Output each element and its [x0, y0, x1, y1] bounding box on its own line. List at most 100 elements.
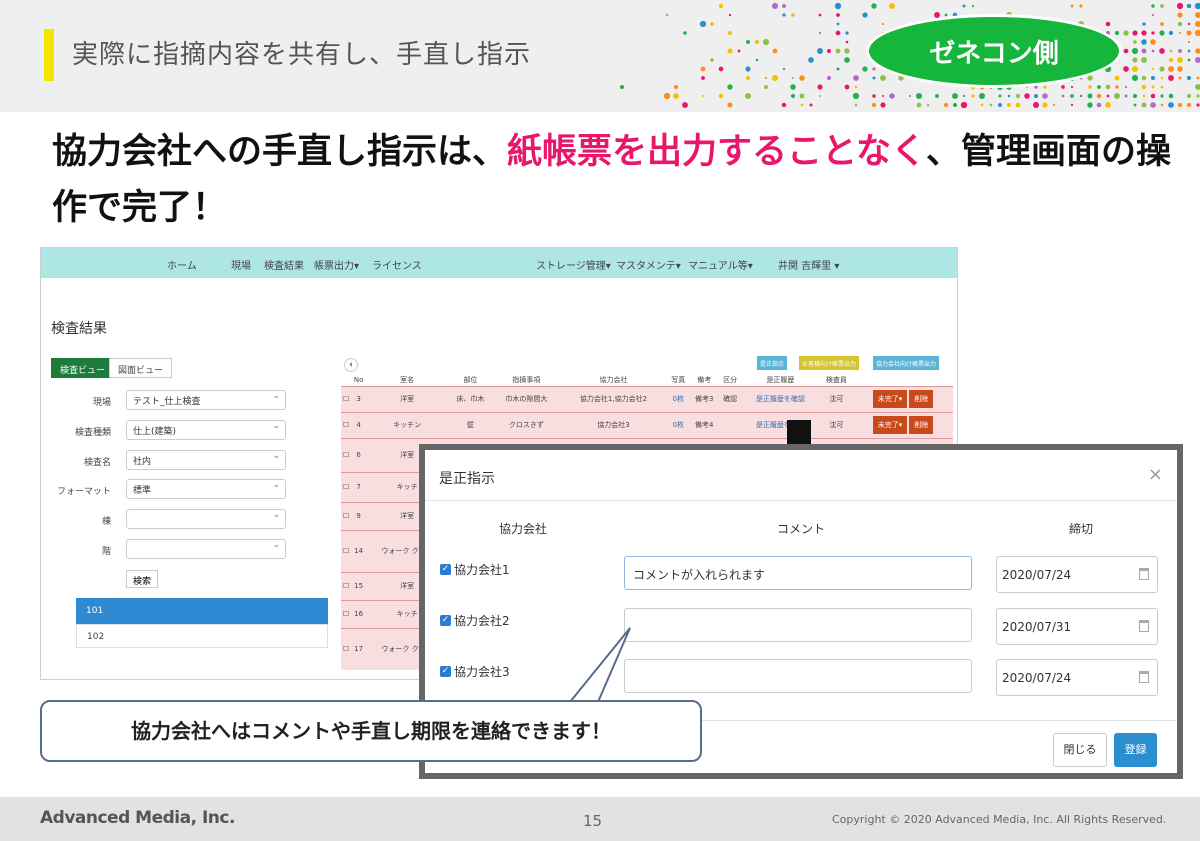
calendar-icon[interactable] — [1139, 568, 1149, 580]
row-checkbox[interactable]: ☐ — [341, 411, 352, 438]
decorative-dot — [826, 75, 832, 81]
cell-company: 協力会社3 — [559, 411, 668, 438]
list-item[interactable]: 101 — [76, 598, 328, 624]
nav-storage[interactable]: ストレージ管理▾ — [536, 257, 611, 272]
delete-button[interactable]: 削除 — [909, 416, 934, 434]
decorative-dot — [1159, 48, 1165, 54]
tab-drawing-view[interactable]: 図面ビュー — [109, 358, 173, 378]
company-checkbox-row[interactable]: ✓ 協力会社2 — [440, 612, 510, 629]
row-checkbox[interactable]: ☐ — [341, 627, 352, 670]
row-checkbox[interactable]: ☐ — [341, 529, 352, 572]
table-header: 写真 — [671, 375, 686, 384]
calendar-icon[interactable] — [1139, 620, 1149, 632]
decorative-dot — [1168, 75, 1174, 81]
partner-report-button[interactable]: 協力会社向け帳票出力 — [873, 356, 940, 370]
correction-instruction-button[interactable]: 是正指示 — [757, 356, 788, 370]
status-dropdown[interactable]: 未完了▾ — [872, 416, 908, 434]
search-button[interactable]: 検索 — [126, 570, 159, 588]
cell-photo[interactable]: 0枚 — [667, 385, 690, 412]
headline-part1: 協力会社への手直し指示は、 — [52, 132, 508, 172]
decorative-dot — [980, 103, 984, 107]
collapse-chevron-icon[interactable]: ‹ — [344, 358, 358, 372]
nav-user[interactable]: 井関 吉輝里 ▾ — [778, 257, 839, 272]
register-button[interactable]: 登録 — [1114, 733, 1157, 767]
row-checkbox[interactable]: ☐ — [341, 385, 352, 412]
decorative-dot — [1070, 4, 1074, 8]
cell-room: キッチン — [366, 411, 449, 438]
company-checkbox-row[interactable]: ✓ 協力会社1 — [440, 561, 510, 578]
nav-report[interactable]: 帳票出力▾ — [314, 257, 359, 272]
close-icon[interactable]: × — [1148, 464, 1163, 485]
decorative-dot — [1159, 66, 1165, 72]
decorative-dot — [1142, 22, 1146, 26]
filter-site-select[interactable]: テスト_仕上検査 — [126, 390, 286, 410]
decorative-dot — [835, 30, 841, 36]
decorative-dot — [854, 85, 858, 89]
decorative-dot — [673, 93, 679, 99]
decorative-dot — [718, 66, 724, 72]
decorative-dot — [818, 31, 822, 35]
decorative-dot — [1141, 57, 1147, 63]
row-checkbox[interactable]: ☐ — [341, 571, 352, 600]
row-checkbox[interactable]: ☐ — [341, 437, 352, 472]
nav-site[interactable]: 現場 — [231, 257, 251, 272]
table-header: No — [353, 375, 364, 384]
decorative-dot — [673, 84, 679, 90]
filter-floor-select[interactable] — [126, 539, 286, 559]
decorative-dot — [1087, 75, 1093, 81]
deadline-date-input[interactable]: 2020/07/24 — [996, 659, 1158, 696]
decorative-dot — [916, 102, 922, 108]
modal-divider — [425, 500, 1177, 501]
customer-report-button[interactable]: お客様向け帳票出力 — [799, 356, 860, 370]
decorative-dot — [790, 84, 796, 90]
filter-format-select[interactable]: 標準 — [126, 479, 286, 499]
company-checkbox-row[interactable]: ✓ 協力会社3 — [440, 663, 510, 680]
decorative-dot — [1141, 48, 1147, 54]
row-checkbox[interactable]: ☐ — [341, 501, 352, 530]
filter-building-select[interactable] — [126, 509, 286, 529]
decorative-dot — [745, 66, 751, 72]
decorative-dot — [1097, 85, 1101, 89]
decorative-dot — [862, 66, 868, 72]
checkbox-checked-icon[interactable]: ✓ — [440, 615, 451, 626]
tab-inspection-view[interactable]: 検査ビュー — [51, 358, 115, 378]
decorative-dot — [1168, 66, 1174, 72]
deadline-date-input[interactable]: 2020/07/31 — [996, 608, 1158, 645]
decorative-dot — [701, 76, 705, 80]
delete-button[interactable]: 削除 — [909, 390, 934, 408]
filter-type-select[interactable]: 仕上(建築) — [126, 420, 286, 440]
nav-results[interactable]: 検査結果 — [264, 257, 304, 272]
decorative-dot — [619, 84, 625, 90]
row-checkbox[interactable]: ☐ — [341, 599, 352, 628]
decorative-dot — [727, 48, 733, 54]
status-dropdown[interactable]: 未完了▾ — [872, 390, 908, 408]
cell-no: 6 — [351, 437, 367, 472]
cell-company: 協力会社1,協力会社2 — [559, 385, 668, 412]
close-button[interactable]: 閉じる — [1053, 733, 1107, 767]
calendar-icon[interactable] — [1139, 671, 1149, 683]
decorative-dot — [989, 103, 993, 107]
list-item[interactable]: 102 — [76, 624, 328, 648]
cell-photo[interactable]: 0枚 — [667, 411, 690, 438]
cell-history-link[interactable]: 是正履歴を確認 — [741, 385, 820, 412]
cell-room: 洋室 — [366, 385, 449, 412]
nav-home[interactable]: ホーム — [167, 257, 197, 272]
column-header-company: 協力会社 — [499, 522, 548, 536]
comment-input[interactable]: コメントが入れられます — [624, 556, 972, 590]
nav-manual[interactable]: マニュアル等▾ — [688, 257, 753, 272]
decorative-dot — [1096, 102, 1102, 108]
nav-license[interactable]: ライセンス — [372, 257, 422, 272]
decorative-dot — [915, 92, 923, 100]
filter-name-select[interactable]: 社内 — [126, 450, 286, 470]
decorative-dot — [1160, 94, 1164, 98]
checkbox-checked-icon[interactable]: ✓ — [440, 666, 451, 677]
decorative-dot — [1195, 12, 1200, 18]
row-checkbox[interactable]: ☐ — [341, 471, 352, 502]
comment-input[interactable] — [624, 659, 972, 693]
decorative-dot — [1195, 57, 1200, 63]
nav-master[interactable]: マスタメンテ▾ — [616, 257, 681, 272]
comment-input[interactable] — [624, 608, 972, 642]
deadline-date-input[interactable]: 2020/07/24 — [996, 556, 1158, 593]
decorative-dot — [699, 20, 707, 28]
checkbox-checked-icon[interactable]: ✓ — [440, 564, 451, 575]
